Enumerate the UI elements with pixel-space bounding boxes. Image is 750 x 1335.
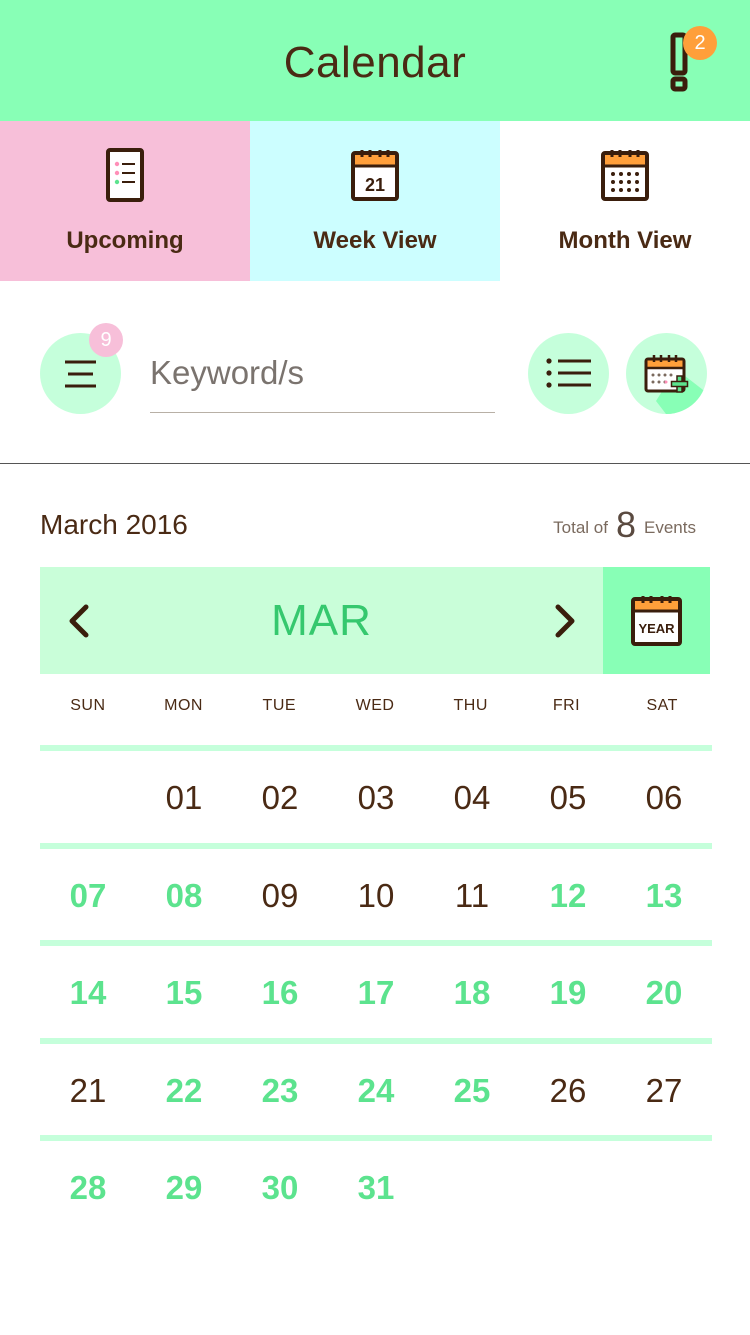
day-cell[interactable]: 21 — [40, 1044, 136, 1136]
search-toolbar: 9 — [0, 281, 750, 464]
tab-week-view-label: Week View — [313, 227, 437, 254]
event-total: Total of 8 Events — [553, 504, 696, 546]
event-total-suffix: Events — [644, 518, 696, 537]
day-cell-with-event[interactable]: 25 — [424, 1044, 520, 1136]
day-cell-with-event[interactable]: 28 — [40, 1141, 136, 1233]
calendar-month-icon — [601, 150, 649, 201]
day-cell-with-event[interactable]: 07 — [40, 849, 136, 941]
day-cell[interactable]: 05 — [520, 751, 616, 843]
calendar-add-icon — [644, 355, 707, 414]
tab-upcoming[interactable]: Upcoming — [0, 121, 250, 281]
list-doc-icon — [106, 148, 144, 202]
day-cell-with-event[interactable]: 29 — [136, 1141, 232, 1233]
tab-week-view[interactable]: 21 Week View — [250, 121, 500, 281]
filter-count-badge: 9 — [89, 323, 123, 357]
weekday-label: TUE — [262, 697, 297, 714]
week-row: 28 29 30 31 — [40, 1135, 712, 1233]
app-header: Calendar 2 — [0, 0, 750, 121]
day-cell[interactable]: 01 — [136, 751, 232, 843]
month-navigation: MAR YEAR — [40, 567, 710, 674]
day-cell[interactable]: 09 — [232, 849, 328, 941]
day-cell-with-event[interactable]: 24 — [328, 1044, 424, 1136]
empty-day-cell — [40, 751, 136, 843]
empty-day-cell — [424, 1141, 520, 1233]
view-tabs: Upcoming 21 Week View Month View — [0, 121, 750, 281]
year-label: YEAR — [638, 621, 675, 636]
month-label: MAR — [271, 596, 372, 645]
week-row: 07 08 09 10 11 12 13 — [40, 842, 712, 941]
search-input[interactable] — [150, 343, 495, 403]
alert-count-badge: 2 — [683, 26, 717, 60]
weekday-label: SAT — [646, 697, 678, 714]
day-cell-with-event[interactable]: 12 — [520, 849, 616, 941]
year-view-button[interactable]: YEAR — [603, 567, 710, 674]
day-cell[interactable]: 26 — [520, 1044, 616, 1136]
day-cell-with-event[interactable]: 30 — [232, 1141, 328, 1233]
day-cell[interactable]: 10 — [328, 849, 424, 941]
weekday-label: WED — [355, 697, 395, 714]
day-cell-with-event[interactable]: 20 — [616, 946, 712, 1038]
day-cell[interactable]: 11 — [424, 849, 520, 941]
day-cell-with-event[interactable]: 17 — [328, 946, 424, 1038]
day-cell-with-event[interactable]: 19 — [520, 946, 616, 1038]
day-cell[interactable]: 02 — [232, 751, 328, 843]
day-cell[interactable]: 06 — [616, 751, 712, 843]
empty-day-cell — [520, 1141, 616, 1233]
calendar-year-icon: YEAR — [631, 596, 682, 646]
day-cell-with-event[interactable]: 18 — [424, 946, 520, 1038]
weekday-header: SUN MON TUE WED THU FRI SAT — [40, 697, 710, 727]
chevron-left-icon[interactable] — [62, 599, 96, 643]
list-icon — [546, 358, 591, 388]
list-view-button[interactable] — [528, 333, 609, 414]
week-row: 01 02 03 04 05 06 — [40, 745, 712, 843]
day-cell-with-event[interactable]: 22 — [136, 1044, 232, 1136]
week-row: 14 15 16 17 18 19 20 — [40, 940, 712, 1038]
day-cell-with-event[interactable]: 14 — [40, 946, 136, 1038]
day-cell[interactable]: 04 — [424, 751, 520, 843]
page-title: Calendar — [283, 38, 467, 87]
current-month-title: March 2016 — [40, 509, 188, 540]
day-cell-with-event[interactable]: 31 — [328, 1141, 424, 1233]
empty-day-cell — [616, 1141, 712, 1233]
weekday-label: MON — [164, 697, 203, 714]
day-cell-with-event[interactable]: 13 — [616, 849, 712, 941]
day-cell-with-event[interactable]: 08 — [136, 849, 232, 941]
tab-upcoming-label: Upcoming — [66, 227, 184, 254]
calendar-grid: 01 02 03 04 05 06 07 08 09 10 11 12 13 14 15 16 17 18 19 20… — [40, 745, 712, 1233]
tab-month-view-label: Month View — [558, 227, 692, 254]
weekday-label: FRI — [552, 697, 581, 714]
day-cell-with-event[interactable]: 23 — [232, 1044, 328, 1136]
day-cell-with-event[interactable]: 15 — [136, 946, 232, 1038]
weekday-label: THU — [453, 697, 488, 714]
weekday-label: SUN — [70, 697, 106, 714]
calendar-day-icon: 21 — [351, 150, 399, 201]
event-total-prefix: Total of — [553, 518, 608, 537]
chevron-right-icon[interactable] — [548, 599, 582, 643]
day-cell[interactable]: 03 — [328, 751, 424, 843]
search-field — [150, 343, 495, 413]
tab-month-view[interactable]: Month View — [500, 121, 750, 281]
day-cell-with-event[interactable]: 16 — [232, 946, 328, 1038]
day-cell[interactable]: 27 — [616, 1044, 712, 1136]
event-total-count: 8 — [615, 504, 637, 545]
calendar-day-icon-number: 21 — [365, 175, 385, 195]
week-row: 21 22 23 24 25 26 27 — [40, 1037, 712, 1136]
add-event-button[interactable] — [626, 333, 707, 414]
